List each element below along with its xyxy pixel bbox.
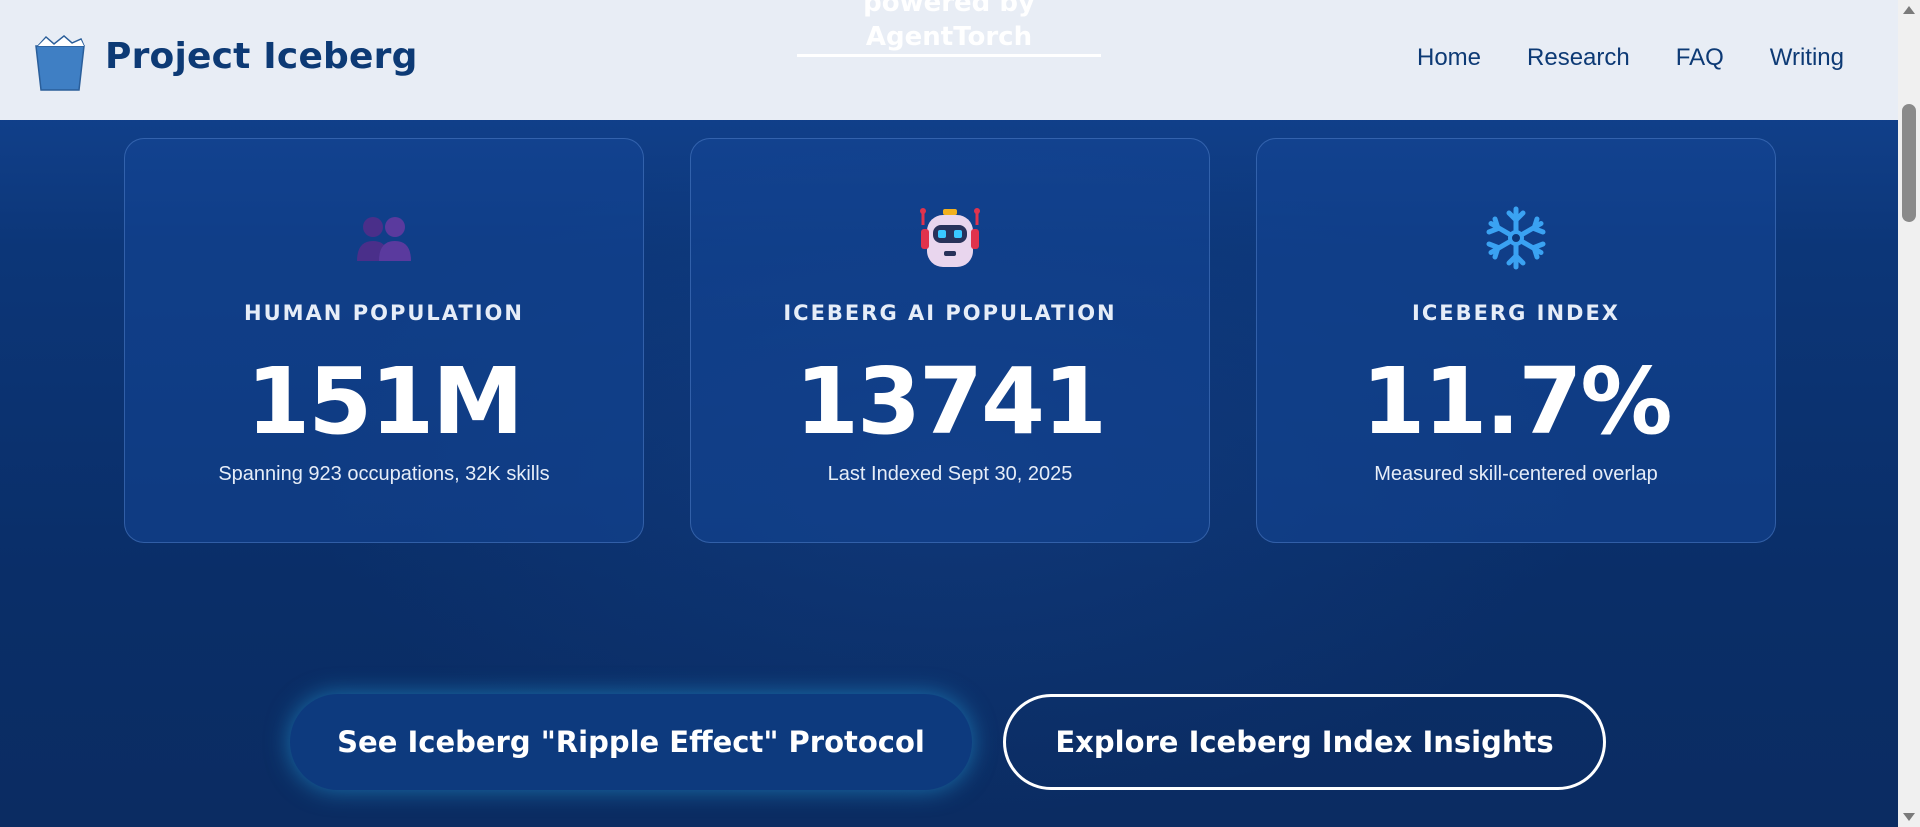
robot-icon: [920, 208, 980, 267]
iceberg-bucket-logo-icon[interactable]: [34, 34, 86, 92]
main-nav: Home Research FAQ Writing: [1417, 44, 1844, 72]
stats-cards: HUMAN POPULATION 151M Spanning 923 occup…: [124, 138, 1776, 543]
brand-title[interactable]: Project Iceberg: [105, 36, 418, 77]
stat-label: ICEBERG INDEX: [1412, 301, 1620, 325]
stat-label: ICEBERG AI POPULATION: [783, 301, 1117, 325]
page-scrollbar[interactable]: [1898, 0, 1920, 827]
stat-card-iceberg-index: ICEBERG INDEX 11.7% Measured skill-cente…: [1256, 138, 1776, 543]
stat-value: 13741: [794, 348, 1107, 455]
nav-writing[interactable]: Writing: [1770, 44, 1844, 72]
snowflake-icon: [1486, 206, 1546, 270]
scroll-up-arrow-icon[interactable]: [1898, 0, 1920, 20]
nav-home[interactable]: Home: [1417, 44, 1481, 72]
scroll-down-arrow-icon[interactable]: [1898, 807, 1920, 827]
stat-card-human-population: HUMAN POPULATION 151M Spanning 923 occup…: [124, 138, 644, 543]
stat-value: 11.7%: [1361, 348, 1672, 455]
stat-subtext: Measured skill-centered overlap: [1374, 463, 1658, 485]
people-icon: [357, 217, 411, 261]
nav-research[interactable]: Research: [1527, 44, 1630, 72]
stat-subtext: Spanning 923 occupations, 32K skills: [218, 463, 550, 485]
explore-insights-button[interactable]: Explore Iceberg Index Insights: [1003, 694, 1606, 790]
stat-subtext: Last Indexed Sept 30, 2025: [827, 463, 1073, 485]
site-header: powered by AgentTorch Project Iceberg Ho…: [0, 0, 1898, 120]
powered-by-link[interactable]: powered by AgentTorch: [797, 0, 1101, 57]
nav-faq[interactable]: FAQ: [1676, 44, 1724, 72]
stat-label: HUMAN POPULATION: [244, 301, 524, 325]
stat-card-ai-population: ICEBERG AI POPULATION 13741 Last Indexed…: [690, 138, 1210, 543]
ripple-effect-protocol-button[interactable]: See Iceberg "Ripple Effect" Protocol: [290, 694, 972, 790]
scrollbar-thumb[interactable]: [1902, 104, 1916, 222]
stat-value: 151M: [246, 348, 524, 455]
